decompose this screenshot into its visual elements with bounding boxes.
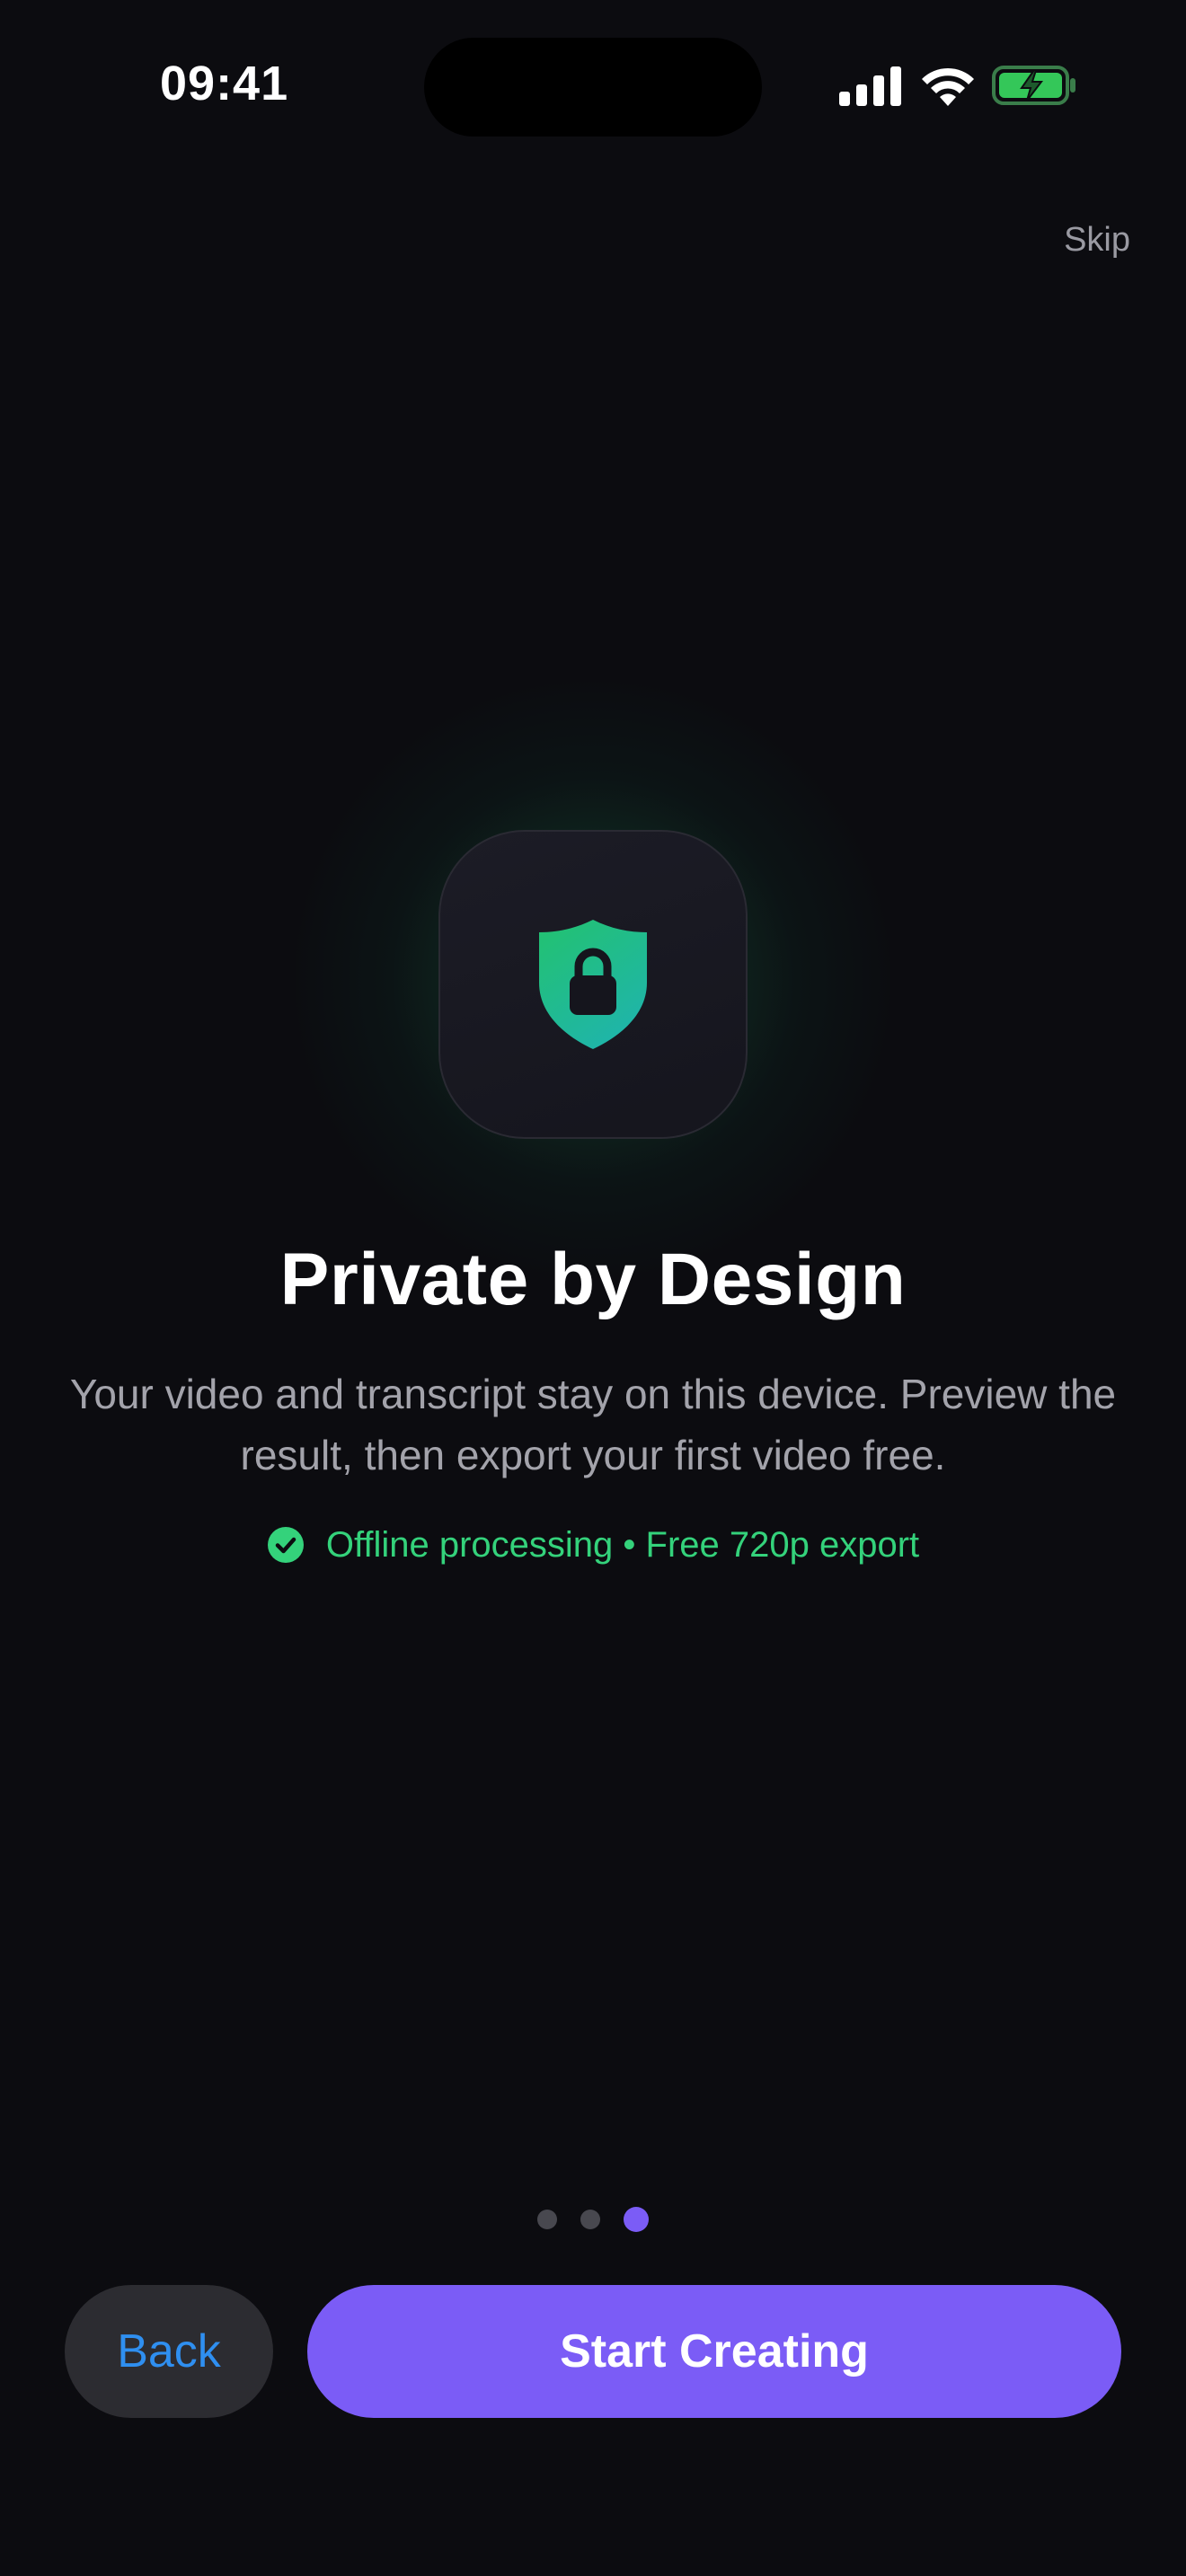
page-dot[interactable] <box>580 2210 600 2229</box>
feature-text: Offline processing • Free 720p export <box>325 1524 920 1565</box>
status-time: 09:41 <box>160 57 289 110</box>
shield-lock-icon <box>539 920 647 1049</box>
description-text: Your video and transcript stay on this d… <box>69 1371 1117 1478</box>
start-creating-button[interactable]: Start Creating <box>307 2285 1121 2418</box>
cellular-signal-icon <box>839 66 901 106</box>
feature-badge: Offline processing • Free 720p export <box>0 1522 1186 1568</box>
checkmark-circle-icon <box>267 1527 304 1563</box>
skip-button[interactable]: Skip <box>1064 221 1130 260</box>
battery-charging-icon <box>992 66 1075 105</box>
dynamic-island <box>424 38 762 137</box>
page-dot-active[interactable] <box>624 2207 649 2232</box>
page-indicator[interactable] <box>0 2206 1186 2233</box>
back-button[interactable]: Back <box>65 2285 273 2418</box>
page-dot[interactable] <box>537 2210 557 2229</box>
wifi-icon <box>922 67 974 106</box>
page-title: Private by Design <box>279 1239 907 1320</box>
